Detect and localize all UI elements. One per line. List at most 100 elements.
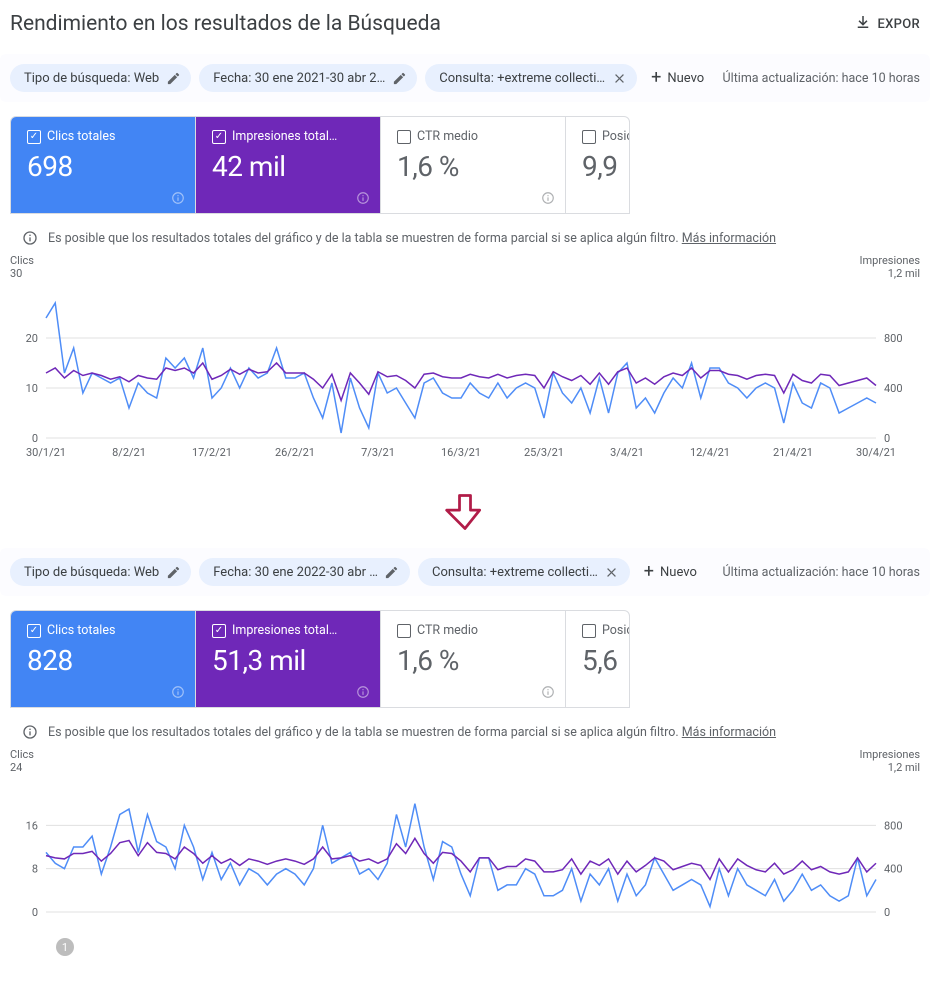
filter-chip[interactable]: Consulta: +extreme collecti… bbox=[418, 558, 630, 586]
svg-text:0: 0 bbox=[884, 432, 890, 445]
info-icon[interactable] bbox=[356, 191, 370, 205]
card-impressions-label: Impresiones total… bbox=[232, 623, 337, 638]
svg-text:30/4/21: 30/4/21 bbox=[856, 446, 896, 459]
checkbox-icon bbox=[212, 130, 226, 144]
page-title: Rendimiento en los resultados de la Búsq… bbox=[10, 12, 441, 36]
card-position[interactable]: Posición media 5,6 bbox=[566, 611, 630, 707]
more-info-link[interactable]: Más información bbox=[682, 725, 776, 740]
info-icon[interactable] bbox=[541, 685, 555, 699]
checkbox-icon bbox=[27, 624, 41, 638]
svg-text:3/4/21: 3/4/21 bbox=[610, 446, 644, 459]
svg-text:8/2/21: 8/2/21 bbox=[112, 446, 146, 459]
card-impressions-value: 42 mil bbox=[212, 150, 366, 183]
svg-text:16: 16 bbox=[26, 819, 38, 832]
right-axis-title: Impresiones1,2 mil bbox=[860, 748, 920, 774]
partial-results-notice: Es posible que los resultados totales de… bbox=[0, 214, 930, 254]
partial-results-notice: Es posible que los resultados totales de… bbox=[0, 708, 930, 748]
card-position-label: Posición media bbox=[602, 129, 630, 144]
filter-chip[interactable]: Fecha: 30 ene 2022-30 abr … bbox=[199, 558, 410, 586]
card-ctr-label: CTR medio bbox=[417, 623, 478, 638]
export-button[interactable]: EXPOR bbox=[854, 13, 921, 35]
card-ctr[interactable]: CTR medio 1,6 % bbox=[381, 117, 566, 213]
info-icon bbox=[22, 724, 38, 740]
performance-chart: Clics24 Impresiones1,2 mil 08160400800 bbox=[0, 748, 930, 934]
add-filter-button[interactable]: +Nuevo bbox=[645, 65, 714, 92]
svg-text:20: 20 bbox=[26, 332, 38, 345]
card-position-label: Posición media bbox=[602, 623, 630, 638]
info-icon[interactable] bbox=[541, 191, 555, 205]
svg-text:8: 8 bbox=[32, 863, 38, 876]
metric-cards: Clics totales 828 Impresiones total… 51,… bbox=[10, 610, 630, 708]
svg-text:25/3/21: 25/3/21 bbox=[524, 446, 564, 459]
last-update-text: Última actualización: hace 10 horas bbox=[723, 71, 920, 86]
filter-chip[interactable]: Fecha: 30 ene 2021-30 abr 2… bbox=[199, 64, 417, 92]
performance-section-2021: Tipo de búsqueda: Web Fecha: 30 ene 2021-… bbox=[0, 54, 930, 460]
card-ctr-label: CTR medio bbox=[417, 129, 478, 144]
card-position-value: 5,6 bbox=[582, 644, 630, 677]
svg-text:400: 400 bbox=[884, 863, 903, 876]
card-clicks[interactable]: Clics totales 828 bbox=[11, 611, 196, 707]
checkbox-icon bbox=[27, 130, 41, 144]
card-clicks-label: Clics totales bbox=[47, 623, 115, 638]
export-label: EXPOR bbox=[878, 17, 921, 32]
card-impressions-value: 51,3 mil bbox=[212, 644, 366, 677]
last-update-text: Última actualización: hace 10 horas bbox=[723, 565, 920, 580]
more-info-link[interactable]: Más información bbox=[682, 231, 776, 246]
filter-row: Tipo de búsqueda: Web Fecha: 30 ene 2021-… bbox=[0, 54, 930, 102]
arrow-down-icon bbox=[443, 490, 487, 534]
card-ctr-value: 1,6 % bbox=[397, 644, 551, 677]
close-icon[interactable] bbox=[611, 70, 627, 86]
new-filter-label: Nuevo bbox=[660, 565, 697, 580]
filter-chip[interactable]: Consulta: +extreme collecti… bbox=[425, 64, 637, 92]
svg-text:0: 0 bbox=[32, 432, 38, 445]
svg-text:10: 10 bbox=[26, 382, 38, 395]
pencil-icon[interactable] bbox=[384, 564, 400, 580]
chip-label: Consulta: +extreme collecti… bbox=[439, 71, 605, 86]
card-clicks-label: Clics totales bbox=[47, 129, 115, 144]
card-ctr-value: 1,6 % bbox=[397, 150, 551, 183]
filter-row: Tipo de búsqueda: Web Fecha: 30 ene 2022-… bbox=[0, 548, 930, 596]
chip-label: Consulta: +extreme collecti… bbox=[432, 565, 598, 580]
performance-section-2022: Tipo de búsqueda: Web Fecha: 30 ene 2022-… bbox=[0, 548, 930, 956]
filter-chip[interactable]: Tipo de búsqueda: Web bbox=[10, 64, 191, 92]
card-position-value: 9,9 bbox=[582, 150, 630, 183]
new-filter-label: Nuevo bbox=[667, 71, 704, 86]
performance-chart: Clics30 Impresiones1,2 mil 0102004008003… bbox=[0, 254, 930, 460]
left-axis-title: Clics30 bbox=[10, 254, 34, 280]
svg-text:30/1/21: 30/1/21 bbox=[26, 446, 66, 459]
card-impressions[interactable]: Impresiones total… 51,3 mil bbox=[196, 611, 381, 707]
checkbox-icon bbox=[582, 130, 596, 144]
info-icon[interactable] bbox=[171, 191, 185, 205]
pencil-icon[interactable] bbox=[165, 564, 181, 580]
svg-text:0: 0 bbox=[884, 906, 890, 919]
filter-chips: Tipo de búsqueda: Web Fecha: 30 ene 2022-… bbox=[10, 558, 707, 586]
svg-text:800: 800 bbox=[884, 332, 903, 345]
svg-text:800: 800 bbox=[884, 819, 903, 832]
card-clicks[interactable]: Clics totales 698 bbox=[11, 117, 196, 213]
svg-text:16/3/21: 16/3/21 bbox=[441, 446, 481, 459]
svg-text:0: 0 bbox=[32, 906, 38, 919]
pencil-icon[interactable] bbox=[391, 70, 407, 86]
close-icon[interactable] bbox=[604, 564, 620, 580]
card-position[interactable]: Posición media 9,9 bbox=[566, 117, 630, 213]
pencil-icon[interactable] bbox=[165, 70, 181, 86]
card-impressions-label: Impresiones total… bbox=[232, 129, 337, 144]
checkbox-icon bbox=[212, 624, 226, 638]
add-filter-button[interactable]: +Nuevo bbox=[638, 559, 707, 586]
chip-label: Tipo de búsqueda: Web bbox=[24, 71, 159, 86]
info-icon bbox=[22, 230, 38, 246]
card-ctr[interactable]: CTR medio 1,6 % bbox=[381, 611, 566, 707]
checkbox-icon bbox=[582, 624, 596, 638]
card-impressions[interactable]: Impresiones total… 42 mil bbox=[196, 117, 381, 213]
info-icon[interactable] bbox=[356, 685, 370, 699]
chip-label: Fecha: 30 ene 2021-30 abr 2… bbox=[213, 71, 385, 86]
download-icon bbox=[854, 13, 872, 35]
svg-text:21/4/21: 21/4/21 bbox=[773, 446, 813, 459]
filter-chip[interactable]: Tipo de búsqueda: Web bbox=[10, 558, 191, 586]
svg-text:17/2/21: 17/2/21 bbox=[192, 446, 232, 459]
notice-text: Es posible que los resultados totales de… bbox=[48, 725, 679, 740]
card-clicks-value: 698 bbox=[27, 150, 181, 183]
chip-label: Fecha: 30 ene 2022-30 abr … bbox=[213, 565, 378, 580]
info-icon[interactable] bbox=[171, 685, 185, 699]
svg-text:12/4/21: 12/4/21 bbox=[690, 446, 730, 459]
